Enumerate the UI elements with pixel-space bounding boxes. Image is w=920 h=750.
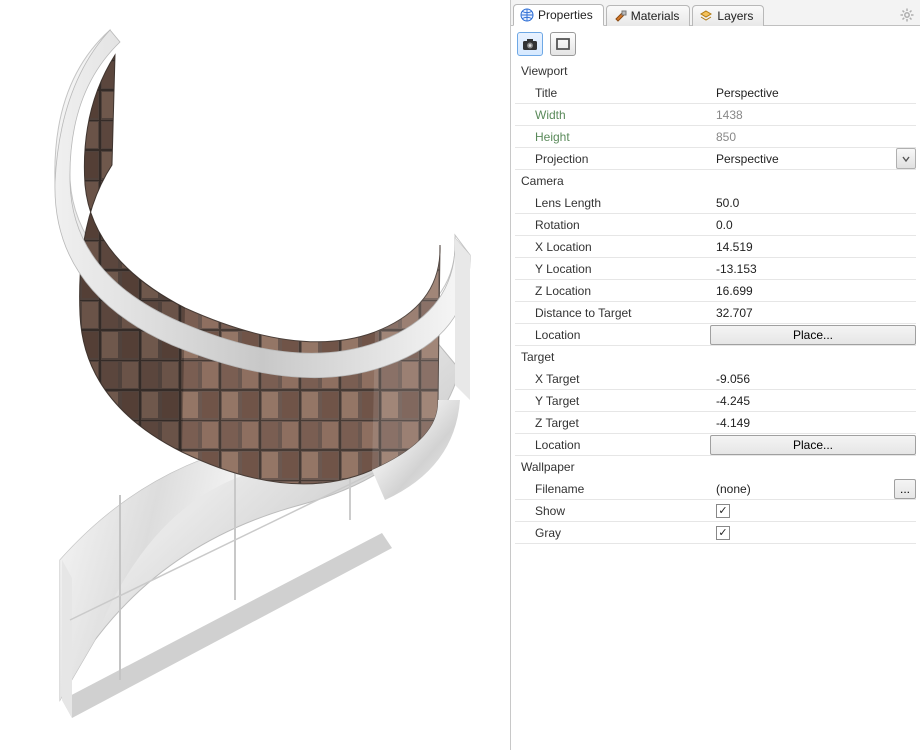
label-distance-to-target: Distance to Target xyxy=(515,302,710,323)
tab-materials[interactable]: Materials xyxy=(606,5,691,26)
value-y-target[interactable]: -4.245 xyxy=(710,390,916,411)
tab-label: Layers xyxy=(717,9,753,23)
gray-checkbox[interactable] xyxy=(716,526,730,540)
label-gray: Gray xyxy=(515,522,710,543)
value-x-target[interactable]: -9.056 xyxy=(710,368,916,389)
value-projection[interactable]: Perspective xyxy=(710,148,896,169)
tab-label: Materials xyxy=(631,9,680,23)
camera-place-button[interactable]: Place... xyxy=(710,325,916,345)
tab-layers[interactable]: Layers xyxy=(692,5,764,26)
value-rotation[interactable]: 0.0 xyxy=(710,214,916,235)
section-viewport: Viewport xyxy=(515,60,916,82)
value-filename[interactable]: (none) xyxy=(710,478,890,499)
label-filename: Filename xyxy=(515,478,710,499)
button-label: ... xyxy=(900,482,910,496)
chevron-down-icon xyxy=(902,155,910,163)
show-checkbox[interactable] xyxy=(716,504,730,518)
globe-icon xyxy=(520,8,534,22)
value-width: 1438 xyxy=(710,104,916,125)
gear-icon[interactable] xyxy=(900,8,914,25)
section-camera: Camera xyxy=(515,170,916,192)
label-height: Height xyxy=(515,126,710,147)
section-target: Target xyxy=(515,346,916,368)
value-z-location[interactable]: 16.699 xyxy=(710,280,916,301)
layers-icon xyxy=(699,9,713,23)
tab-label: Properties xyxy=(538,8,593,22)
rect-icon xyxy=(555,37,571,51)
label-y-location: Y Location xyxy=(515,258,710,279)
label-z-location: Z Location xyxy=(515,280,710,301)
label-projection: Projection xyxy=(515,148,710,169)
label-width: Width xyxy=(515,104,710,125)
panel-tabs: Properties Materials Layers xyxy=(511,0,920,26)
section-wallpaper: Wallpaper xyxy=(515,456,916,478)
value-distance-to-target[interactable]: 32.707 xyxy=(710,302,916,323)
camera-mode-button[interactable] xyxy=(517,32,543,56)
rect-mode-button[interactable] xyxy=(550,32,576,56)
label-y-target: Y Target xyxy=(515,390,710,411)
projection-dropdown-button[interactable] xyxy=(896,148,916,169)
label-show: Show xyxy=(515,500,710,521)
value-title[interactable]: Perspective xyxy=(710,82,916,103)
target-place-button[interactable]: Place... xyxy=(710,435,916,455)
filename-browse-button[interactable]: ... xyxy=(894,479,916,499)
paint-icon xyxy=(613,9,627,23)
label-x-location: X Location xyxy=(515,236,710,257)
label-lens-length: Lens Length xyxy=(515,192,710,213)
button-label: Place... xyxy=(793,328,833,342)
tab-properties[interactable]: Properties xyxy=(513,4,604,26)
value-lens-length[interactable]: 50.0 xyxy=(710,192,916,213)
viewport-canvas[interactable] xyxy=(0,0,510,750)
label-x-target: X Target xyxy=(515,368,710,389)
camera-icon xyxy=(522,37,538,51)
label-target-location: Location xyxy=(515,434,710,455)
label-rotation: Rotation xyxy=(515,214,710,235)
value-y-location[interactable]: -13.153 xyxy=(710,258,916,279)
mode-buttons xyxy=(511,26,920,60)
label-z-target: Z Target xyxy=(515,412,710,433)
value-x-location[interactable]: 14.519 xyxy=(710,236,916,257)
value-z-target[interactable]: -4.149 xyxy=(710,412,916,433)
button-label: Place... xyxy=(793,438,833,452)
label-camera-location: Location xyxy=(515,324,710,345)
label-title: Title xyxy=(515,82,710,103)
properties-panel: Properties Materials Layers Viewport xyxy=(510,0,920,750)
value-height: 850 xyxy=(710,126,916,147)
property-grid: Viewport Title Perspective Width 1438 He… xyxy=(511,60,920,544)
